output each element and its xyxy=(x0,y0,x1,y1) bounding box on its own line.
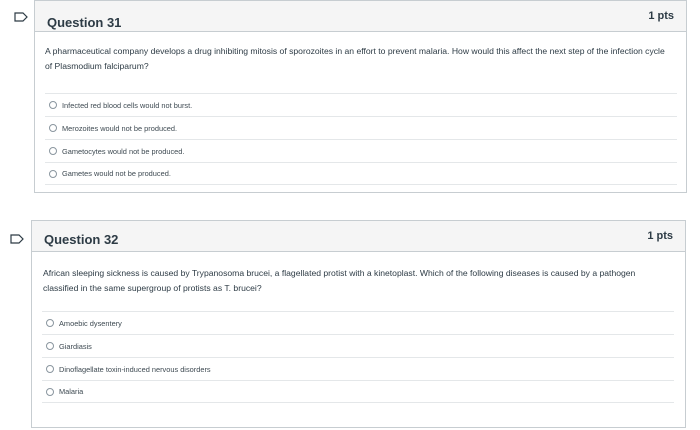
question-text: A pharmaceutical company develops a drug… xyxy=(45,46,665,71)
radio-button[interactable] xyxy=(49,147,57,155)
radio-button[interactable] xyxy=(46,387,54,396)
answer-list: Amoebic dysentery Giardiasis Dinoflagell… xyxy=(42,311,674,403)
question-card: Question 32 1 pts African sleeping sickn… xyxy=(31,220,686,428)
question-card: Question 31 1 pts A pharmaceutical compa… xyxy=(34,0,687,193)
answer-option[interactable]: Giardiasis xyxy=(42,334,674,357)
answer-label: Giardiasis xyxy=(59,341,92,351)
answer-list: Infected red blood cells would not burst… xyxy=(45,93,677,185)
radio-button[interactable] xyxy=(49,101,57,109)
answer-label: Merozoites would not be produced. xyxy=(62,123,178,133)
flag-question-icon[interactable] xyxy=(10,234,24,244)
question-header: Question 32 1 pts xyxy=(32,221,685,252)
question-title: Question 32 xyxy=(44,232,119,247)
question-header: Question 31 1 pts xyxy=(35,1,686,32)
answer-option[interactable]: Gametes would not be produced. xyxy=(45,162,677,185)
answer-option[interactable]: Amoebic dysentery xyxy=(42,311,674,334)
answer-option[interactable]: Gametocytes would not be produced. xyxy=(45,139,677,162)
answer-option[interactable]: Dinoflagellate toxin-induced nervous dis… xyxy=(42,357,674,380)
flag-question-icon[interactable] xyxy=(14,12,28,22)
answer-label: Gametocytes would not be produced. xyxy=(62,146,185,156)
question-text: African sleeping sickness is caused by T… xyxy=(43,268,636,293)
question-points: 1 pts xyxy=(648,10,674,22)
answer-label: Dinoflagellate toxin-induced nervous dis… xyxy=(59,364,211,374)
radio-button[interactable] xyxy=(49,169,57,178)
question-title: Question 31 xyxy=(47,15,122,30)
answer-option[interactable]: Infected red blood cells would not burst… xyxy=(45,93,677,116)
radio-button[interactable] xyxy=(46,342,54,350)
answer-option[interactable]: Merozoites would not be produced. xyxy=(45,116,677,139)
radio-button[interactable] xyxy=(49,124,57,132)
question-points: 1 pts xyxy=(647,230,673,242)
radio-button[interactable] xyxy=(46,365,54,373)
answer-label: Infected red blood cells would not burst… xyxy=(62,100,193,110)
answer-label: Gametes would not be produced. xyxy=(62,169,171,178)
answer-label: Malaria xyxy=(59,387,84,396)
answer-option[interactable]: Malaria xyxy=(42,380,674,403)
radio-button[interactable] xyxy=(46,319,54,327)
answer-label: Amoebic dysentery xyxy=(59,318,122,328)
